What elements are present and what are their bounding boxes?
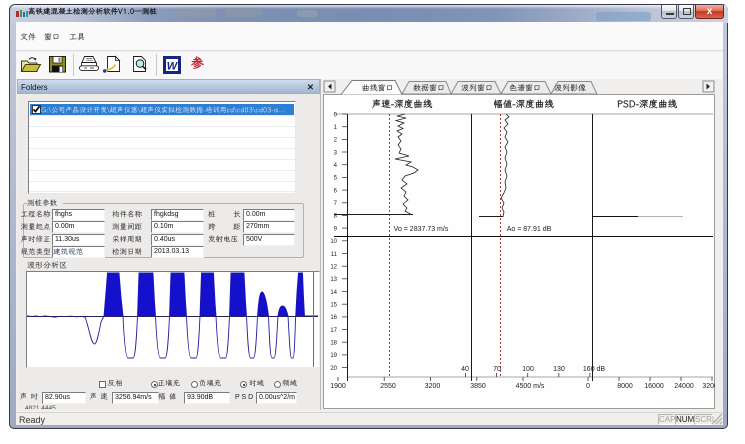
svg-text:16: 16 [330,315,337,321]
svg-text:100: 100 [522,366,534,373]
svg-text:16000: 16000 [644,383,664,390]
svg-text:3200: 3200 [425,383,441,390]
svg-text:160 dB: 160 dB [583,366,606,373]
svg-text:18: 18 [330,341,337,347]
svg-text:12: 12 [330,265,337,271]
svg-text:8000: 8000 [617,383,633,390]
svg-text:24000: 24000 [674,383,694,390]
svg-text:10: 10 [330,239,337,245]
svg-text:40: 40 [461,366,469,373]
svg-text:0: 0 [586,383,590,390]
svg-text:32000 u: 32000 u [702,383,715,390]
svg-text:130: 130 [553,366,565,373]
svg-text:17: 17 [330,328,337,334]
svg-text:2550: 2550 [380,383,396,390]
svg-text:1900: 1900 [330,383,346,390]
svg-text:4500 m/s: 4500 m/s [516,383,545,390]
svg-text:15: 15 [330,303,337,309]
svg-text:11: 11 [331,252,338,258]
svg-text:Vo = 2837.73 m/s: Vo = 2837.73 m/s [394,226,449,233]
svg-text:13: 13 [330,277,337,283]
svg-text:W: W [167,61,179,73]
svg-text:70: 70 [493,366,501,373]
svg-text:19: 19 [330,353,337,359]
svg-text:Ao = 87.91 dB: Ao = 87.91 dB [507,226,552,233]
svg-text:14: 14 [330,290,337,296]
svg-text:3850: 3850 [470,383,486,390]
svg-text:20: 20 [330,366,337,372]
